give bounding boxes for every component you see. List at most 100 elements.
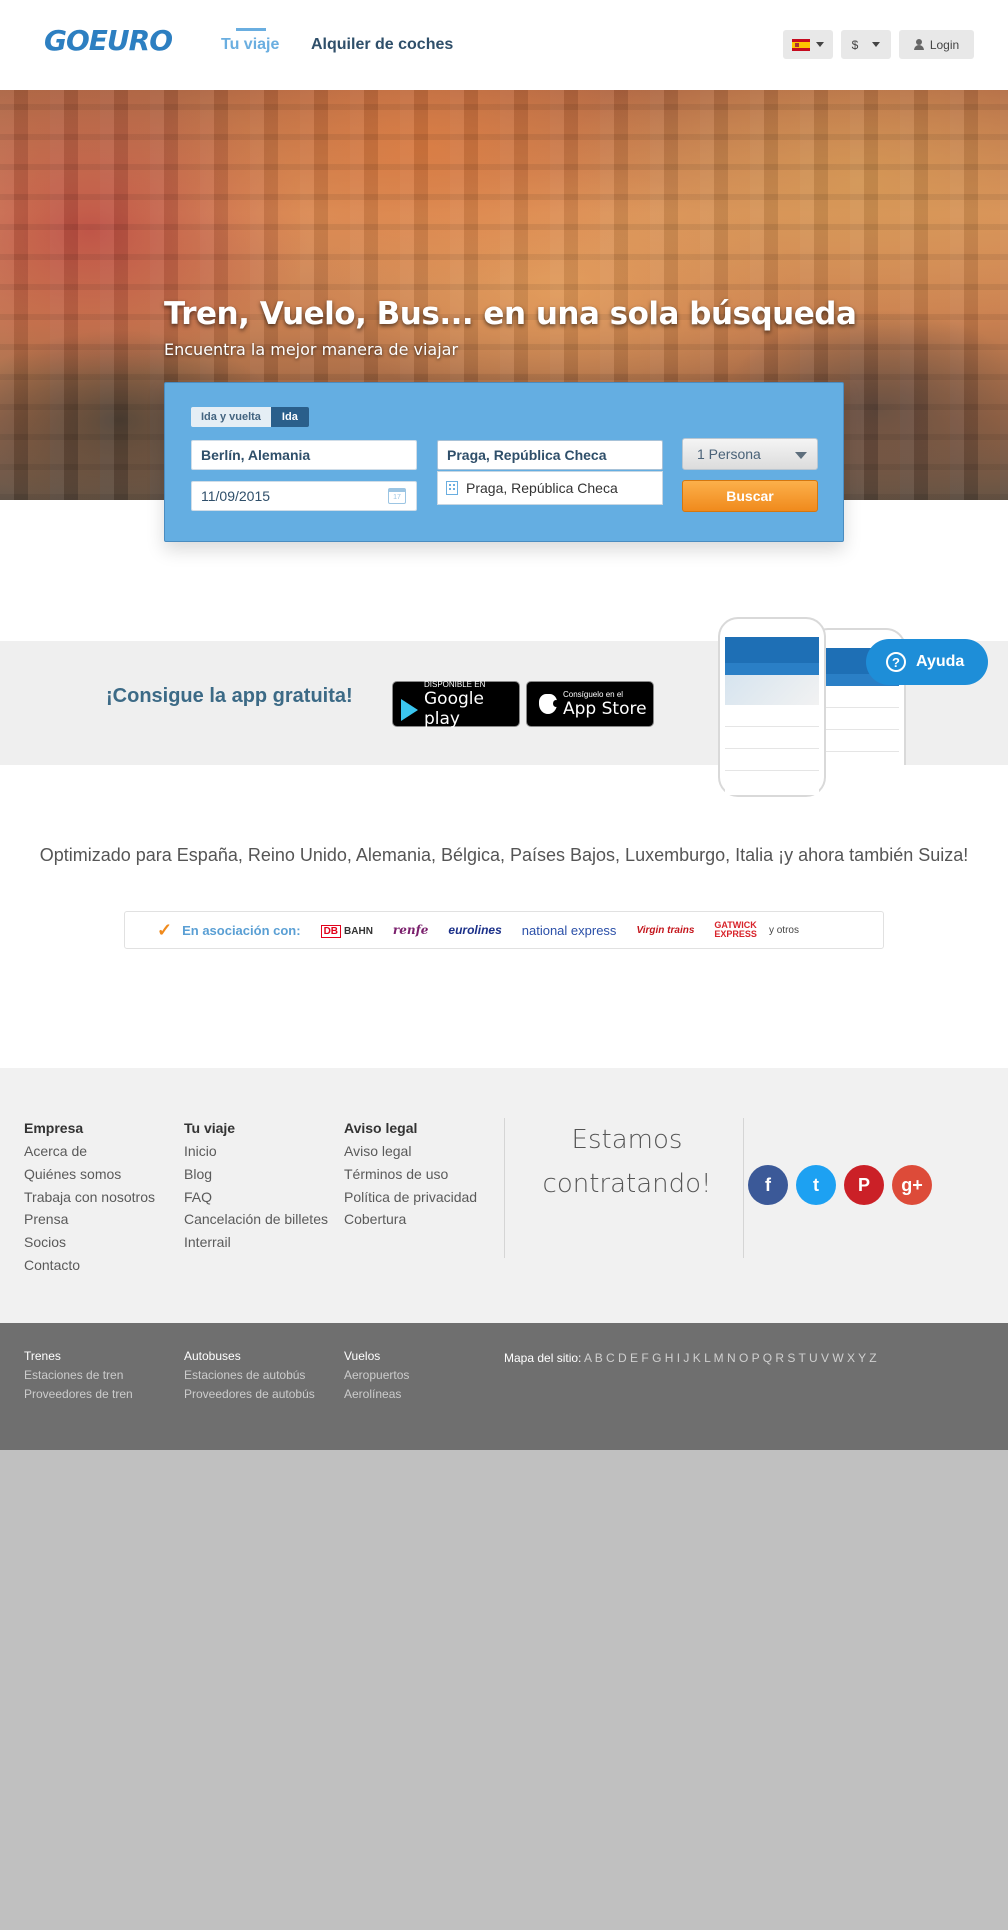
national-express-logo: national express [521, 922, 617, 938]
google-play-icon [401, 699, 418, 721]
partners-label: En asociación con: [182, 922, 301, 938]
footer-link[interactable]: Cobertura [344, 1208, 477, 1231]
footer-link[interactable]: Prensa [24, 1208, 155, 1231]
sitemap: Mapa del sitio: A B C D E F G H I J K L … [504, 1351, 877, 1365]
footer-heading: Aviso legal [344, 1120, 418, 1136]
eurolines-logo: eurolines [448, 923, 502, 937]
subfooter-link[interactable]: Proveedores de autobús [184, 1385, 315, 1404]
user-icon [913, 39, 924, 50]
subfooter-link[interactable]: Aerolíneas [344, 1385, 409, 1404]
trip-type-oneway[interactable]: Ida [270, 407, 309, 427]
subfooter-link[interactable]: Aeropuertos [344, 1366, 409, 1385]
subfooter-link[interactable]: Estaciones de autobús [184, 1366, 315, 1385]
footer-heading: Empresa [24, 1120, 84, 1136]
subfooter-heading[interactable]: Vuelos [344, 1349, 409, 1363]
building-icon [446, 481, 458, 495]
pinterest-icon[interactable]: P [844, 1165, 884, 1205]
footer-col-empresa: Empresa Acerca de Quiénes somos Trabaja … [24, 1120, 155, 1277]
footer-link[interactable]: Socios [24, 1231, 155, 1254]
spain-flag-icon [792, 38, 810, 51]
google-play-small-label: DISPONIBLE EN [424, 679, 486, 689]
footer-link[interactable]: Quiénes somos [24, 1163, 155, 1186]
search-button[interactable]: Buscar [682, 480, 818, 512]
partners-others: y otros [768, 924, 799, 936]
chevron-down-icon [872, 42, 881, 47]
date-value: 11/09/2015 [201, 488, 271, 504]
chevron-down-icon [816, 42, 824, 47]
hero-subtitle: Encuentra la mejor manera de viajar [164, 340, 459, 359]
subfooter-heading[interactable]: Trenes [24, 1349, 133, 1363]
origin-input[interactable]: Berlín, Alemania [191, 440, 417, 470]
question-icon: ? [886, 652, 906, 672]
footer-link[interactable]: FAQ [184, 1186, 328, 1209]
sub-footer: Trenes Estaciones de tren Proveedores de… [0, 1323, 1008, 1450]
subfooter-heading[interactable]: Autobuses [184, 1349, 315, 1363]
language-selector[interactable] [783, 30, 833, 59]
tab-alquiler-de-coches[interactable]: Alquiler de coches [311, 36, 453, 54]
destination-input[interactable]: Praga, República Checa [437, 440, 663, 470]
passengers-select[interactable]: 1 Persona [682, 438, 818, 470]
google-play-big-label: Google play [424, 688, 484, 729]
currency-label: $ [851, 37, 859, 52]
app-store-button[interactable]: Consíguelo en el App Store [526, 681, 654, 727]
coverage-text: Optimizado para España, Reino Unido, Ale… [39, 845, 969, 865]
destination-suggestion[interactable]: Praga, República Checa [437, 471, 663, 505]
app-store-big-label: App Store [563, 698, 647, 719]
tab-tu-viaje[interactable]: Tu viaje [221, 28, 279, 54]
apple-icon [539, 694, 559, 714]
footer-heading: Tu viaje [184, 1120, 236, 1136]
calendar-icon[interactable]: 17 [388, 488, 406, 504]
footer-link[interactable]: Contacto [24, 1254, 155, 1277]
footer-link[interactable]: Acerca de [24, 1140, 155, 1163]
footer-link[interactable]: Cancelación de billetes [184, 1208, 328, 1231]
login-label: Login [929, 37, 960, 52]
date-input[interactable]: 11/09/2015 17 [191, 481, 417, 511]
google-play-button[interactable]: DISPONIBLE EN Google play [392, 679, 520, 729]
help-button[interactable]: ? Ayuda [866, 639, 988, 685]
db-bahn-logo: DB BAHN [320, 923, 373, 938]
footer-link[interactable]: Interrail [184, 1231, 328, 1254]
sitemap-label: Mapa del sitio: [504, 1351, 582, 1365]
hero-title: Tren, Vuelo, Bus... en una sola búsqueda [164, 296, 857, 332]
footer-link[interactable]: Trabaja con nosotros [24, 1186, 155, 1209]
subfooter-col-autobuses: Autobuses Estaciones de autobús Proveedo… [184, 1349, 315, 1404]
footer-link[interactable]: Aviso legal [344, 1140, 477, 1163]
google-plus-icon[interactable]: g+ [892, 1165, 932, 1205]
coverage-section: Optimizado para España, Reino Unido, Ale… [0, 765, 1008, 1068]
footer: Empresa Acerca de Quiénes somos Trabaja … [0, 1068, 1008, 1323]
check-icon: ✓ [157, 919, 173, 940]
subfooter-col-vuelos: Vuelos Aeropuertos Aerolíneas [344, 1349, 409, 1404]
footer-link[interactable]: Términos de uso [344, 1163, 477, 1186]
twitter-icon[interactable]: t [796, 1165, 836, 1205]
app-store-small-label: Consíguelo en el [563, 689, 624, 699]
footer-col-tu-viaje: Tu viaje Inicio Blog FAQ Cancelación de … [184, 1120, 328, 1254]
subfooter-col-trenes: Trenes Estaciones de tren Proveedores de… [24, 1349, 133, 1404]
trip-type-toggle: Ida y vuelta Ida [191, 407, 309, 427]
divider [743, 1118, 744, 1258]
currency-selector[interactable]: $ [841, 30, 891, 59]
subfooter-link[interactable]: Proveedores de tren [24, 1385, 133, 1404]
renfe-logo: renfe [392, 923, 429, 937]
login-button[interactable]: Login [899, 30, 974, 59]
footer-col-aviso-legal: Aviso legal Aviso legal Términos de uso … [344, 1120, 477, 1231]
gatwick-express-logo: GATWICK EXPRESS [714, 920, 757, 939]
sitemap-letters[interactable]: A B C D E F G H I J K L M N O P Q R S T … [584, 1351, 877, 1365]
suggestion-label: Praga, República Checa [466, 480, 618, 496]
footer-link[interactable]: Política de privacidad [344, 1186, 477, 1209]
virgin-trains-logo: Virgin trains [636, 924, 695, 936]
footer-link[interactable]: Inicio [184, 1140, 328, 1163]
help-label: Ayuda [916, 653, 965, 670]
partners-bar: ✓ En asociación con: DB BAHN renfe euroli… [124, 911, 884, 949]
footer-link[interactable]: Blog [184, 1163, 328, 1186]
passengers-value: 1 Persona [697, 446, 761, 462]
phone-mockup-front [718, 617, 826, 797]
hiring-link[interactable]: Estamos contratando! [505, 1118, 749, 1206]
facebook-icon[interactable]: f [748, 1165, 788, 1205]
dropdown-arrow-icon [795, 452, 807, 459]
search-form: Ida y vuelta Ida Berlín, Alemania 11/09/… [164, 382, 844, 542]
trip-type-round[interactable]: Ida y vuelta [191, 407, 271, 427]
subfooter-link[interactable]: Estaciones de tren [24, 1366, 133, 1385]
app-promo-title: ¡Consigue la app gratuita! [106, 685, 353, 707]
goeuro-logo[interactable]: GOEURO [44, 24, 173, 57]
site-header: GOEURO Tu viaje Alquiler de coches $ Log… [0, 0, 1008, 90]
